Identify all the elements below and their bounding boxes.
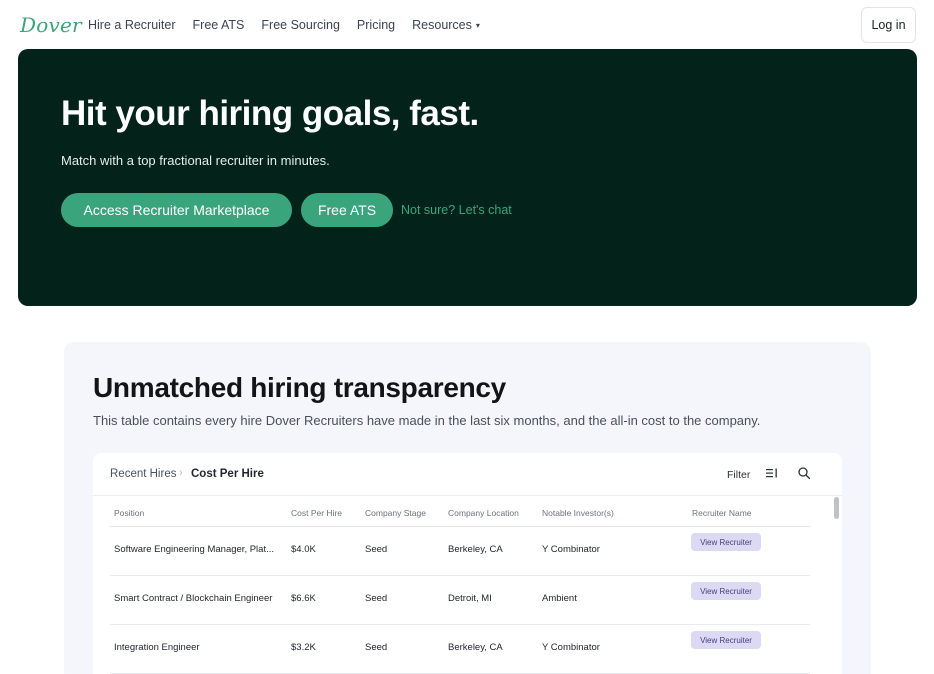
nav-link-resources-label: Resources (412, 18, 472, 32)
section-description: This table contains every hire Dover Rec… (93, 413, 761, 428)
view-recruiter-button[interactable]: View Recruiter (691, 631, 761, 649)
view-recruiter-button[interactable]: View Recruiter (691, 582, 761, 600)
cell-location: Berkeley, CA (448, 642, 503, 653)
top-nav: Dover Hire a Recruiter Free ATS Free Sou… (0, 0, 934, 50)
cell-stage: Seed (365, 544, 388, 555)
chevron-down-icon: ▾ (475, 21, 480, 30)
cell-position: Software Engineering Manager, Plat... (114, 544, 275, 555)
nav-link-free-sourcing[interactable]: Free Sourcing (261, 18, 340, 32)
hero-banner: Hit your hiring goals, fast. Match with … (18, 49, 917, 306)
cell-cost: $4.0K (291, 544, 316, 555)
access-marketplace-button[interactable]: Access Recruiter Marketplace (61, 193, 292, 227)
table-toolbar: Recent Hires › Cost Per Hire Filter (93, 453, 842, 496)
cell-investor: Ambient (542, 593, 577, 604)
table-header: Position Cost Per Hire Company Stage Com… (110, 496, 810, 527)
column-header-location[interactable]: Company Location (448, 508, 519, 518)
column-header-investors[interactable]: Notable Investor(s) (542, 508, 614, 518)
breadcrumb-recent-hires[interactable]: Recent Hires (110, 468, 176, 480)
cell-location: Berkeley, CA (448, 544, 503, 555)
table-row: Integration Engineer $3.2K Seed Berkeley… (110, 625, 810, 674)
hero-subtitle: Match with a top fractional recruiter in… (61, 153, 330, 168)
columns-icon[interactable] (765, 466, 779, 480)
cell-position: Smart Contract / Blockchain Engineer (114, 593, 273, 604)
cell-cost: $3.2K (291, 642, 316, 653)
column-header-stage[interactable]: Company Stage (365, 508, 426, 518)
lets-chat-link[interactable]: Not sure? Let's chat (401, 203, 512, 217)
table-row: Smart Contract / Blockchain Engineer $6.… (110, 576, 810, 625)
free-ats-button[interactable]: Free ATS (301, 193, 393, 227)
nav-link-hire-recruiter[interactable]: Hire a Recruiter (88, 18, 176, 32)
login-button[interactable]: Log in (861, 7, 916, 43)
cell-stage: Seed (365, 593, 388, 604)
hero-title: Hit your hiring goals, fast. (61, 94, 479, 133)
cell-stage: Seed (365, 642, 388, 653)
search-icon[interactable] (797, 466, 811, 480)
view-recruiter-button[interactable]: View Recruiter (691, 533, 761, 551)
cell-investor: Y Combinator (542, 642, 600, 653)
column-header-recruiter[interactable]: Recruiter Name (692, 508, 752, 518)
table-row: Software Engineering Manager, Plat... $4… (110, 527, 810, 576)
section-title: Unmatched hiring transparency (93, 372, 506, 403)
cell-cost: $6.6K (291, 593, 316, 604)
nav-link-resources[interactable]: Resources ▾ (412, 18, 480, 32)
nav-links: Hire a Recruiter Free ATS Free Sourcing … (88, 18, 497, 32)
nav-link-free-ats[interactable]: Free ATS (193, 18, 245, 32)
column-header-cost[interactable]: Cost Per Hire (291, 508, 342, 518)
breadcrumb-cost-per-hire: Cost Per Hire (191, 468, 264, 480)
hires-table-card: Recent Hires › Cost Per Hire Filter Posi… (93, 453, 842, 674)
cell-investor: Y Combinator (542, 544, 600, 555)
nav-link-pricing[interactable]: Pricing (357, 18, 395, 32)
cell-location: Detroit, MI (448, 593, 492, 604)
transparency-section: Unmatched hiring transparency This table… (64, 342, 871, 674)
column-header-position[interactable]: Position (114, 508, 144, 518)
table-scrollbar[interactable] (834, 497, 839, 519)
cell-position: Integration Engineer (114, 642, 200, 653)
dover-logo[interactable]: Dover (20, 13, 82, 37)
filter-button[interactable]: Filter (727, 469, 750, 481)
chevron-right-icon: › (179, 467, 183, 479)
